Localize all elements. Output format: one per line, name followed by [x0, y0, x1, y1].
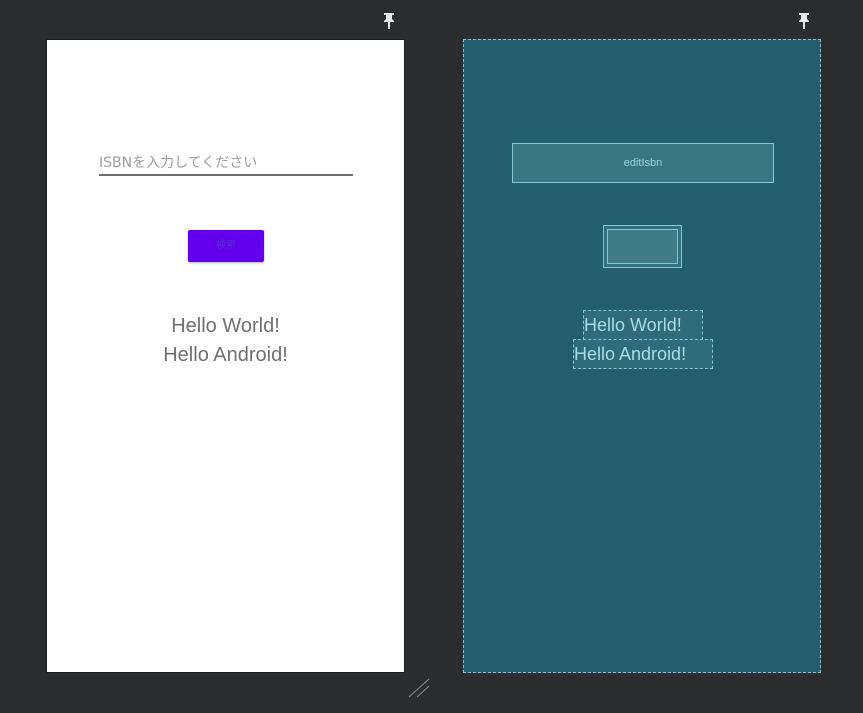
resize-handle-icon[interactable]	[407, 677, 431, 699]
hello-world-text: Hello World!	[171, 315, 280, 337]
layout-editor-canvas: ISBNを入力してください 検索 Hello World! Hello Andr…	[0, 0, 863, 713]
pin-icon[interactable]	[383, 12, 395, 30]
design-view[interactable]: ISBNを入力してください 検索 Hello World! Hello Andr…	[47, 40, 404, 672]
blueprint-isbn-input[interactable]: editIsbn	[512, 143, 774, 183]
pin-icon[interactable]	[798, 12, 810, 30]
hello-android-text: Hello Android!	[163, 344, 288, 366]
blueprint-view[interactable]: editIsbn Hello World! Hello Android!	[463, 39, 821, 673]
search-button[interactable]: 検索	[188, 230, 264, 262]
isbn-input[interactable]: ISBNを入力してください	[99, 152, 353, 176]
blueprint-hello-world-text[interactable]: Hello World!	[583, 310, 703, 340]
blueprint-search-button[interactable]	[603, 225, 682, 268]
blueprint-hello-android-text[interactable]: Hello Android!	[573, 339, 713, 369]
blueprint-button-inner	[607, 229, 678, 264]
